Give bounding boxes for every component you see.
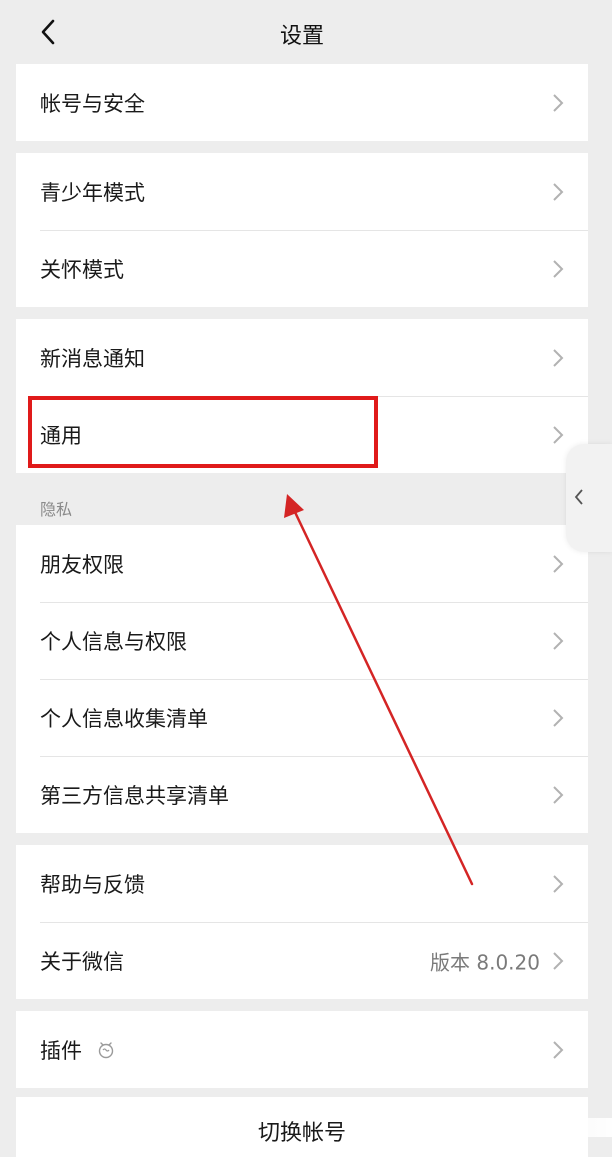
watermark-fade (446, 1118, 612, 1137)
side-drawer-handle[interactable] (566, 444, 612, 552)
chevron-left-icon (574, 489, 583, 505)
annotation-arrow (284, 494, 474, 886)
